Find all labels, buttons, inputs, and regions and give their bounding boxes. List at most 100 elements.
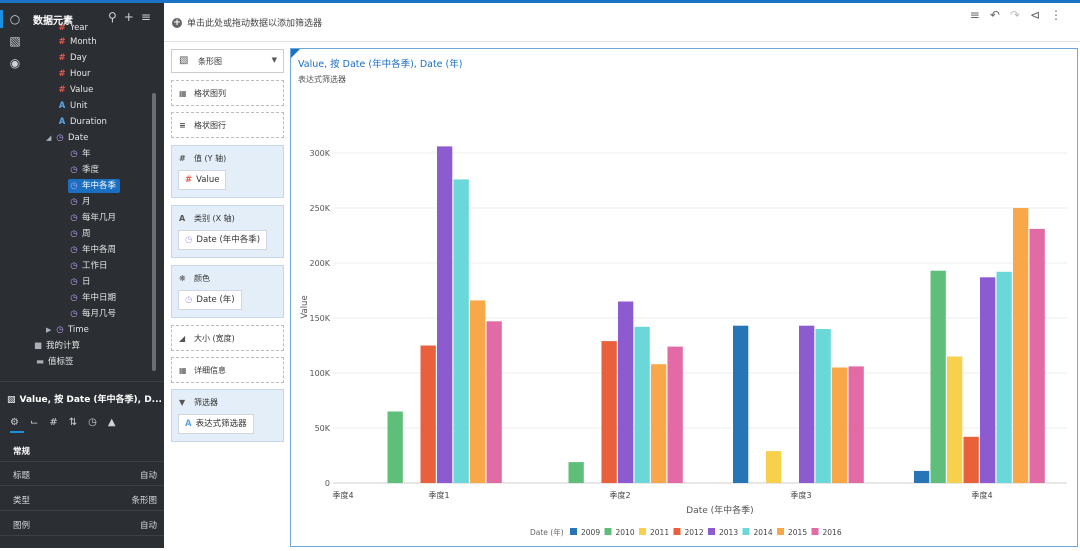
tree-item-label: 工作日 [82, 261, 108, 271]
undo-icon[interactable]: ↶ [990, 8, 1000, 22]
color-pill[interactable]: ◷ Date (年) [178, 290, 242, 310]
y-tick-label: 200K [309, 259, 330, 268]
tree-item-label: Year [70, 25, 88, 33]
tree-scrollbar[interactable] [152, 93, 156, 371]
property-value[interactable]: 自动 [140, 469, 157, 481]
bar-2014 [996, 271, 1012, 483]
number-format-tab-icon[interactable]: # [49, 417, 57, 428]
tree-item[interactable]: # Value [56, 83, 93, 97]
legend-swatch [708, 528, 715, 535]
bar-2012 [963, 436, 979, 483]
folder-icon: ■ [33, 341, 43, 351]
add-icon[interactable]: + [124, 10, 134, 24]
tree-item[interactable]: ▶ ◷ Time [46, 323, 89, 337]
analytics-tab-icon[interactable]: ▲ [108, 417, 116, 428]
tree-item[interactable]: # Year [56, 25, 88, 35]
property-row[interactable]: 标题 自动 [0, 462, 164, 486]
tree-item-label: Value [70, 85, 94, 95]
axis-tab-icon[interactable]: ⌙ [30, 417, 38, 428]
time-tab-icon[interactable]: ◷ [88, 417, 97, 428]
tree-item[interactable]: ◢ ◷ Date [46, 131, 88, 145]
data-elements-icon[interactable]: ○ [7, 11, 23, 27]
chart-panel[interactable]: Value, 按 Date (年中各季), Date (年) 表达式筛选器 05… [290, 48, 1078, 547]
grid-columns-shelf[interactable]: ▦ 格状图列 [171, 80, 284, 106]
filter-shelf[interactable]: ▼ 筛选器 A 表达式筛选器 [171, 389, 284, 442]
bar-2014 [453, 179, 469, 483]
value-pill[interactable]: # Value [178, 170, 227, 190]
search-icon[interactable]: ⚲ [108, 10, 117, 24]
bar-2013 [437, 146, 453, 483]
clock-icon: ◷ [70, 245, 78, 255]
property-key: 标题 [13, 471, 31, 481]
bar-2016 [667, 346, 683, 483]
bar-2015 [1013, 208, 1029, 483]
property-row[interactable]: 图例 自动 [0, 512, 164, 536]
detail-shelf[interactable]: ▦ 详细信息 [171, 357, 284, 383]
color-shelf[interactable]: ❋ 颜色 ◷ Date (年) [171, 265, 284, 318]
tree-item[interactable]: ▶■我的计算 [30, 339, 80, 353]
a-icon: A [58, 117, 66, 127]
add-filter-bar[interactable]: + 单击此处或拖动数据以添加筛选器 [172, 16, 322, 29]
tree-item[interactable]: # Hour [56, 67, 90, 81]
tree-item-label: 日 [82, 277, 91, 287]
tree-item[interactable]: ◷ 月 [68, 195, 90, 209]
tree-item-label: 年中各季 [82, 181, 117, 191]
clock-icon: ◷ [70, 293, 78, 303]
expand-caret-icon[interactable]: ▶ [46, 323, 54, 337]
general-tab-icon[interactable]: ⚙ [10, 417, 19, 428]
tree-item[interactable]: ◷ 年 [68, 147, 90, 161]
x-tick-label: 季度3 [790, 490, 811, 500]
y-tick-label: 300K [309, 149, 330, 158]
tree-item[interactable]: ◷ 年中各周 [68, 243, 116, 257]
tree-item[interactable]: ◷ 每年几月 [68, 211, 116, 225]
tree-item[interactable]: # Day [56, 51, 86, 65]
tree-item[interactable]: A Unit [56, 99, 88, 113]
hash-icon: # [185, 175, 193, 185]
property-value[interactable]: 自动 [140, 519, 157, 531]
share-icon[interactable]: ⊲ [1030, 8, 1040, 22]
data-elements-panel: ○ ▧ ◉ 数据元素 ⚲ + ≡ # Year # Month # Day # Hour # Va… [0, 3, 164, 548]
value-axis-shelf[interactable]: # 值 (Y 轴) # Value [171, 145, 284, 198]
tree-item-label: 我的计算 [46, 341, 81, 351]
tree-item[interactable]: ▬ 值标签 [34, 355, 74, 369]
analytics-icon[interactable]: ◉ [7, 55, 23, 71]
chart-type-select[interactable]: ▧ 条形图 ▼ [171, 49, 284, 73]
tree-item[interactable]: ◷ 季度 [68, 163, 99, 177]
grid-rows-shelf[interactable]: ≡ 格状图行 [171, 112, 284, 138]
tree-item[interactable]: # Month [56, 35, 96, 49]
legend-title: Date (年) [530, 527, 564, 537]
bar-chart-icon: ▧ [7, 395, 16, 405]
tree-item[interactable]: ◷ 工作日 [68, 259, 108, 273]
sort-tab-icon[interactable]: ⇅ [69, 417, 77, 428]
property-row[interactable]: 类型 条形图 [0, 487, 164, 511]
bar-2011 [766, 451, 782, 483]
collapse-caret-icon[interactable]: ◢ [46, 131, 54, 145]
tree-item[interactable]: ◷ 年中各季 [68, 179, 121, 193]
tree-item[interactable]: ◷ 年中日期 [68, 291, 116, 305]
category-pill[interactable]: ◷ Date (年中各季) [178, 230, 268, 250]
text-icon: A [185, 419, 192, 429]
menu-icon[interactable]: ≡ [141, 10, 151, 24]
tree-item[interactable]: A Duration [56, 115, 107, 129]
bar-2014 [815, 329, 831, 483]
tree-item[interactable]: ◷ 日 [68, 275, 91, 289]
tag-icon: ▬ [35, 357, 45, 367]
filter-pill[interactable]: A 表达式筛选器 [178, 414, 254, 434]
category-axis-shelf[interactable]: A 类别 (X 轴) ◷ Date (年中各季) [171, 205, 284, 258]
legend-label: 2011 [650, 528, 669, 537]
bar-2013 [980, 277, 996, 483]
tree-item[interactable]: ◷ 每月几号 [68, 307, 116, 321]
add-filter-icon: + [172, 17, 182, 28]
x-axis-label: Date (年中各季) [686, 504, 753, 516]
filter-list-icon[interactable]: ≡ [970, 8, 980, 22]
chart-library-icon[interactable]: ▧ [7, 33, 23, 49]
x-tick-label: 季度2 [609, 490, 630, 500]
redo-icon[interactable]: ↷ [1010, 8, 1020, 22]
property-value[interactable]: 条形图 [131, 494, 157, 506]
x-tick-label: 季度4 [332, 490, 353, 500]
size-shelf[interactable]: ◢ 大小 (宽度) [171, 325, 284, 351]
y-tick-label: 100K [309, 369, 330, 378]
grammar-shelves: ▧ 条形图 ▼ ▦ 格状图列 ≡ 格状图行 # 值 (Y 轴) # Value A 类别 … [164, 42, 290, 548]
tree-item[interactable]: ◷ 周 [68, 227, 90, 241]
more-icon[interactable]: ⋮ [1050, 8, 1062, 22]
